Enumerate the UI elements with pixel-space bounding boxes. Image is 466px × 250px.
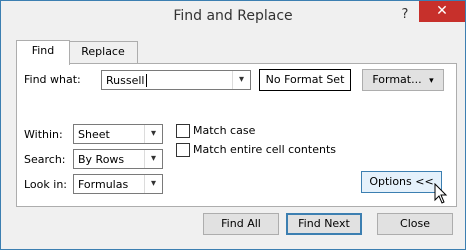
close-button[interactable]: Close bbox=[377, 213, 453, 235]
title-bar[interactable]: Find and Replace ? ✕ bbox=[1, 1, 465, 32]
look-in-value: Formulas bbox=[78, 178, 129, 191]
chevron-down-icon[interactable]: ▾ bbox=[144, 150, 162, 168]
tab-replace-label: Replace bbox=[81, 45, 125, 58]
close-icon[interactable]: ✕ bbox=[419, 1, 465, 22]
tab-find-label: Find bbox=[31, 44, 55, 57]
mouse-pointer-icon bbox=[434, 183, 448, 204]
within-select[interactable]: Sheet ▾ bbox=[73, 124, 163, 144]
match-case-checkbox[interactable] bbox=[176, 124, 190, 138]
tab-replace[interactable]: Replace bbox=[68, 41, 138, 64]
tab-find[interactable]: Find bbox=[16, 40, 70, 65]
match-entire-label[interactable]: Match entire cell contents bbox=[193, 143, 336, 156]
format-button[interactable]: Format... ▾ bbox=[362, 69, 444, 91]
text-caret bbox=[146, 74, 147, 87]
find-what-input[interactable]: Russell bbox=[106, 74, 144, 87]
chevron-down-icon[interactable]: ▾ bbox=[144, 175, 162, 193]
options-button[interactable]: Options << bbox=[361, 171, 442, 193]
find-replace-dialog: Find and Replace ? ✕ Find Replace Find w… bbox=[0, 0, 466, 250]
search-select[interactable]: By Rows ▾ bbox=[73, 149, 163, 169]
format-button-label: Format... bbox=[372, 73, 422, 86]
within-label: Within: bbox=[24, 128, 63, 141]
chevron-down-icon[interactable]: ▾ bbox=[144, 125, 162, 143]
look-in-select[interactable]: Formulas ▾ bbox=[73, 174, 163, 194]
match-case-label[interactable]: Match case bbox=[193, 124, 255, 137]
format-preview-box: No Format Set bbox=[259, 69, 351, 91]
chevron-down-icon: ▾ bbox=[429, 76, 434, 86]
find-what-label: Find what: bbox=[24, 73, 81, 86]
within-value: Sheet bbox=[78, 128, 110, 141]
match-entire-checkbox[interactable] bbox=[176, 143, 190, 157]
search-value: By Rows bbox=[78, 153, 125, 166]
find-all-button[interactable]: Find All bbox=[203, 213, 279, 235]
find-what-combobox[interactable]: Russell ▾ bbox=[101, 70, 251, 90]
chevron-down-icon[interactable]: ▾ bbox=[232, 71, 250, 89]
search-label: Search: bbox=[24, 153, 66, 166]
help-icon[interactable]: ? bbox=[396, 7, 414, 25]
look-in-label: Look in: bbox=[24, 178, 67, 191]
find-next-button[interactable]: Find Next bbox=[286, 213, 362, 235]
